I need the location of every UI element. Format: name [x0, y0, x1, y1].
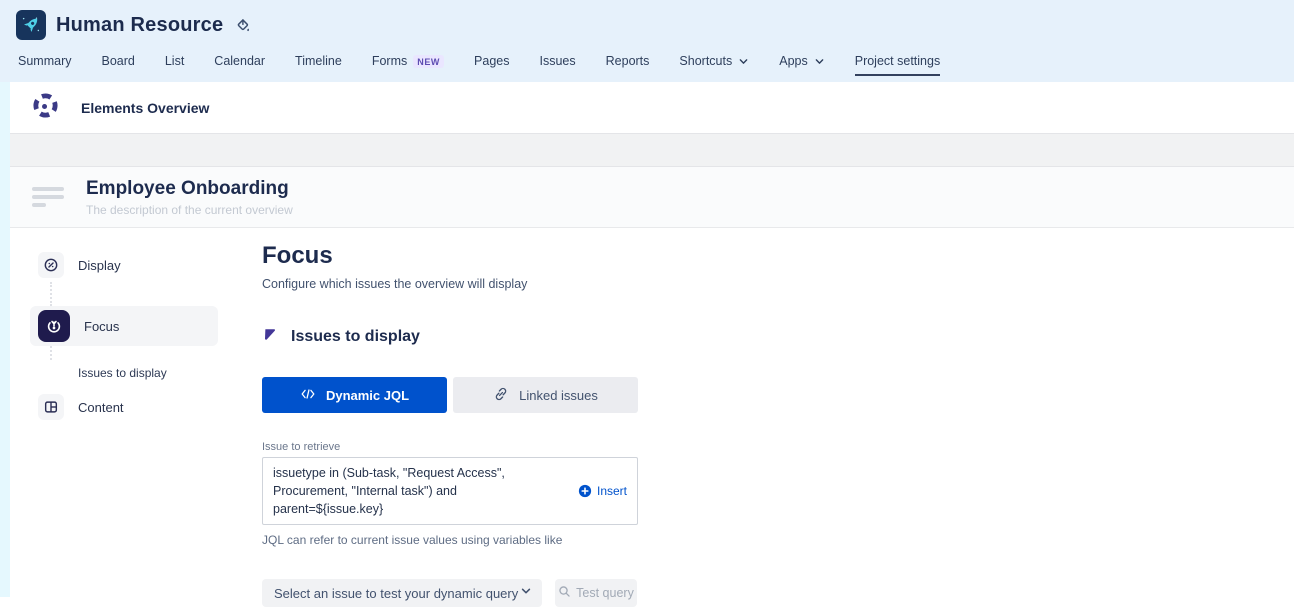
nav-tab-forms[interactable]: Forms NEW: [372, 54, 444, 76]
page-title: Focus: [262, 242, 862, 270]
tab-linked-issues[interactable]: Linked issues: [453, 377, 638, 413]
section-title: Issues to display: [291, 328, 420, 346]
nav-tab-board[interactable]: Board: [101, 54, 134, 76]
sidebar-item-issues-to-display[interactable]: Issues to display: [78, 362, 218, 384]
overview-header: Employee Onboarding The description of t…: [10, 167, 1294, 228]
nav-tab-pages[interactable]: Pages: [474, 54, 509, 76]
app-title: Elements Overview: [81, 100, 209, 116]
elements-overview-icon: [32, 92, 59, 124]
menu-handle-icon[interactable]: [32, 187, 64, 207]
sidebar-item-label: Focus: [84, 319, 119, 334]
nav-tab-shortcuts[interactable]: Shortcuts: [679, 54, 749, 76]
test-query-button[interactable]: Test query: [555, 579, 637, 607]
nav-tab-project-settings[interactable]: Project settings: [855, 54, 940, 76]
sidebar-item-label: Display: [78, 258, 121, 273]
jql-field-label: Issue to retrieve: [262, 441, 862, 453]
jql-input[interactable]: issuetype in (Sub-task, "Request Access"…: [262, 457, 638, 525]
content-layout-icon: [38, 394, 64, 420]
plus-circle-icon: [578, 484, 592, 498]
search-icon: [558, 585, 571, 601]
nav-tab-list[interactable]: List: [165, 54, 184, 76]
insert-button[interactable]: Insert: [578, 484, 627, 498]
project-logo-rocket-icon: [16, 10, 46, 40]
jql-helper-text: JQL can refer to current issue values us…: [262, 533, 862, 547]
display-icon: [38, 252, 64, 278]
overview-description: The description of the current overview: [86, 203, 293, 217]
settings-sidebar: Display Focus Issues to display: [30, 228, 218, 607]
new-badge: NEW: [413, 55, 444, 68]
project-header: Human Resource Summary Board List Calend…: [0, 0, 1294, 82]
paint-bucket-icon[interactable]: [235, 17, 252, 34]
source-tabs: Dynamic JQL Linked issues: [262, 377, 862, 413]
nav-tab-reports[interactable]: Reports: [606, 54, 650, 76]
overview-title: Employee Onboarding: [86, 178, 293, 200]
content: Display Focus Issues to display: [10, 228, 1294, 607]
code-icon: [300, 387, 316, 404]
link-icon: [493, 386, 509, 405]
test-issue-select[interactable]: Select an issue to test your dynamic que…: [262, 579, 542, 607]
project-nav: Summary Board List Calendar Timeline For…: [16, 51, 1294, 79]
page-subtitle: Configure which issues the overview will…: [262, 277, 862, 291]
focus-icon: [38, 310, 70, 342]
chevron-down-icon: [520, 584, 532, 602]
sidebar-item-content[interactable]: Content: [30, 390, 218, 424]
app-bar: Elements Overview: [10, 82, 1294, 134]
sidebar-connector: [50, 282, 218, 306]
sidebar-item-focus[interactable]: Focus: [30, 306, 218, 346]
project-title: Human Resource: [56, 14, 223, 37]
nav-tab-calendar[interactable]: Calendar: [214, 54, 265, 76]
tab-dynamic-jql[interactable]: Dynamic JQL: [262, 377, 447, 413]
sidebar-connector: [50, 346, 218, 360]
nav-tab-summary[interactable]: Summary: [18, 54, 71, 76]
nav-tab-issues[interactable]: Issues: [540, 54, 576, 76]
sidebar-item-display[interactable]: Display: [30, 248, 218, 282]
jql-value: issuetype in (Sub-task, "Request Access"…: [273, 464, 570, 518]
divider-band: [10, 134, 1294, 167]
page-left-strip: [0, 0, 10, 597]
chevron-down-icon: [738, 56, 749, 67]
section-marker-icon: [262, 327, 277, 347]
nav-tab-apps[interactable]: Apps: [779, 54, 825, 76]
chevron-down-icon: [814, 56, 825, 67]
select-placeholder: Select an issue to test your dynamic que…: [274, 586, 518, 601]
nav-tab-timeline[interactable]: Timeline: [295, 54, 342, 76]
focus-panel: Focus Configure which issues the overvie…: [262, 228, 862, 607]
sidebar-item-label: Content: [78, 400, 124, 415]
